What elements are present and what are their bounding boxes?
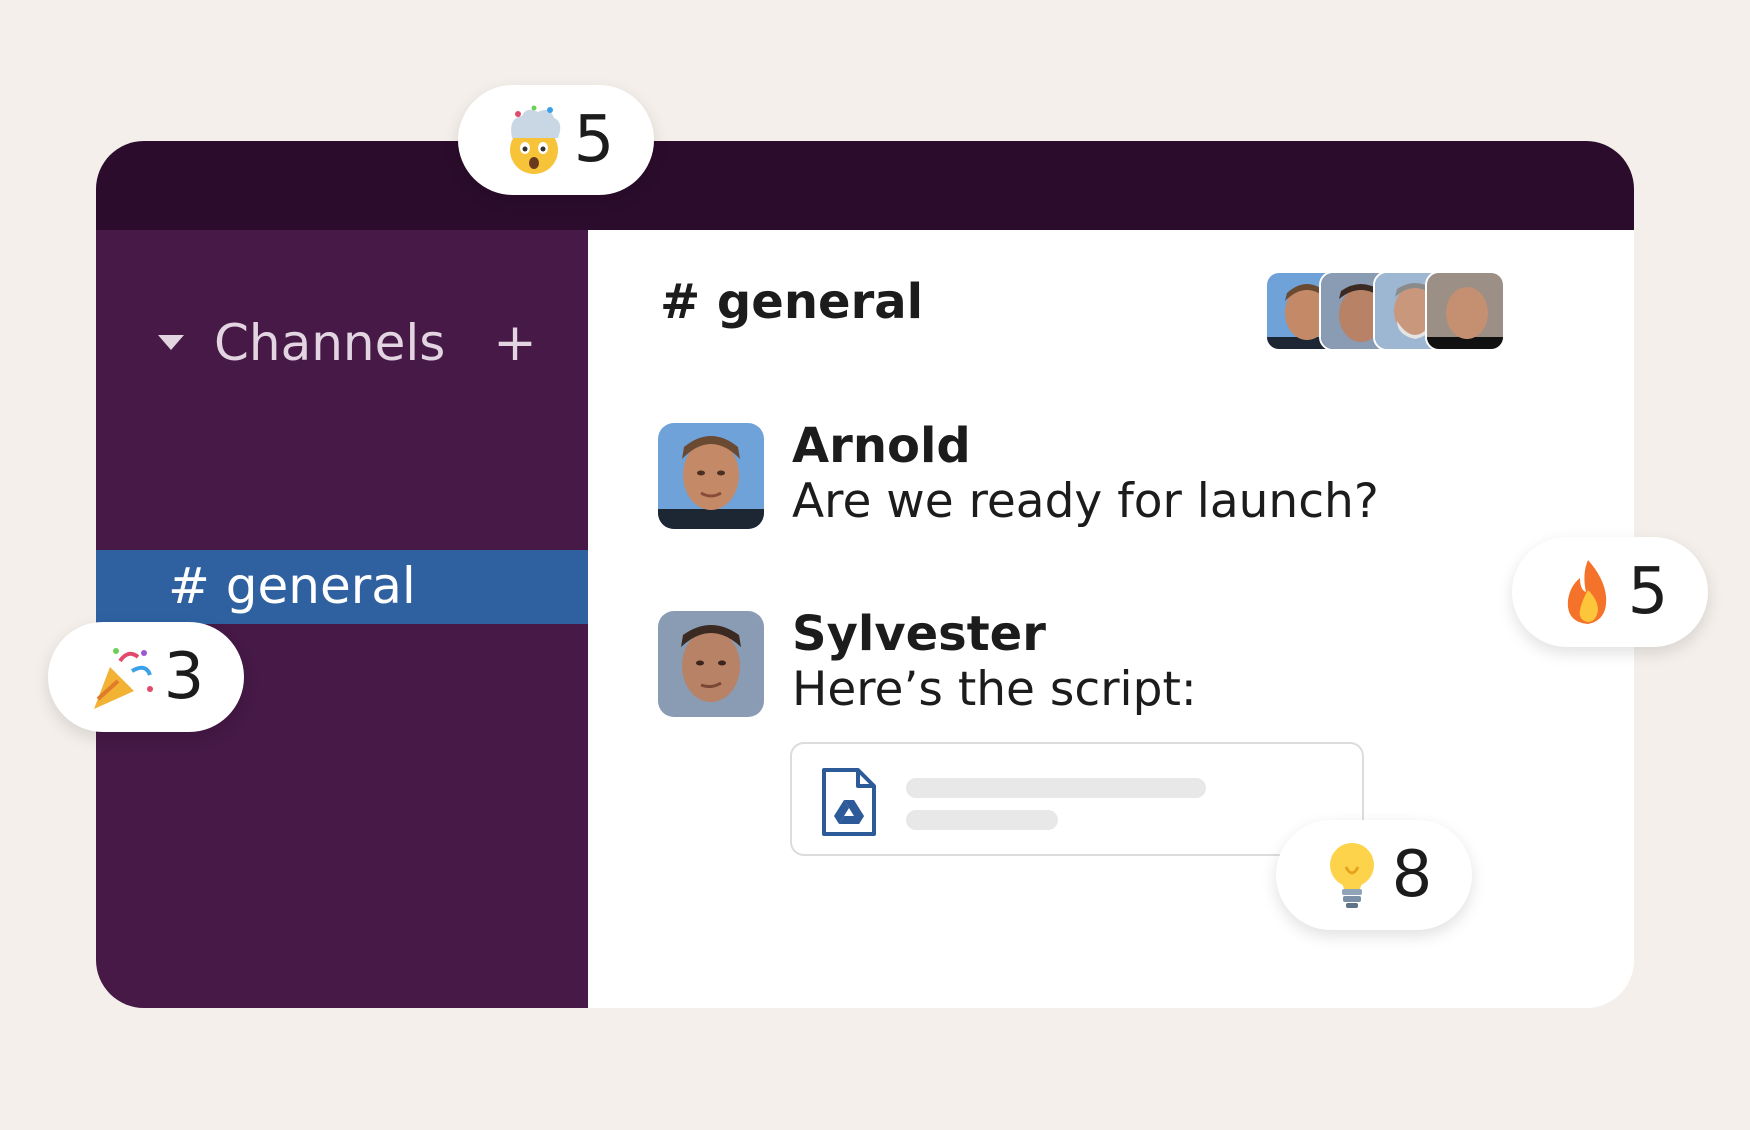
author-avatar-sylvester[interactable]	[658, 611, 764, 717]
file-meta-placeholder	[906, 810, 1058, 830]
file-name-placeholder	[906, 778, 1206, 798]
reaction-party-popper[interactable]: 3	[48, 622, 244, 732]
plus-icon[interactable]: +	[490, 314, 540, 372]
reaction-light-bulb[interactable]: 8	[1276, 820, 1472, 930]
party-popper-emoji	[93, 648, 153, 709]
reaction-count: 3	[163, 640, 205, 714]
member-avatar-stack[interactable]	[1265, 271, 1505, 351]
message-text-arnold: Are we ready for launch?	[792, 474, 1379, 529]
google-drive-file-icon	[822, 768, 876, 836]
message-text-sylvester: Here’s the script:	[792, 662, 1197, 717]
channel-main: # general Arnold Are we ready for launch…	[588, 230, 1634, 1008]
channel-title: # general	[660, 274, 924, 330]
message-author-arnold[interactable]: Arnold	[792, 417, 971, 475]
sidebar: Channels + # general	[96, 230, 588, 1008]
reaction-count: 5	[573, 103, 615, 177]
member-avatar-4	[1425, 271, 1505, 351]
fire-emoji	[1567, 560, 1606, 624]
message-author-sylvester[interactable]: Sylvester	[792, 605, 1046, 663]
light-bulb-emoji	[1329, 843, 1374, 908]
exploding-head-emoji	[509, 105, 560, 174]
reaction-count: 5	[1627, 555, 1669, 629]
sidebar-item-general[interactable]: # general	[96, 550, 588, 624]
reaction-fire[interactable]: 5	[1512, 537, 1708, 647]
channels-section-header[interactable]: Channels +	[158, 314, 558, 372]
reaction-count: 8	[1391, 838, 1433, 912]
channels-section-label: Channels	[214, 314, 446, 372]
sidebar-item-label: # general	[168, 557, 416, 615]
file-attachment[interactable]	[790, 742, 1364, 856]
window-topbar	[96, 141, 1634, 230]
author-avatar-arnold[interactable]	[658, 423, 764, 529]
reaction-exploding-head[interactable]: 5	[458, 85, 654, 195]
caret-down-icon[interactable]	[158, 335, 184, 350]
